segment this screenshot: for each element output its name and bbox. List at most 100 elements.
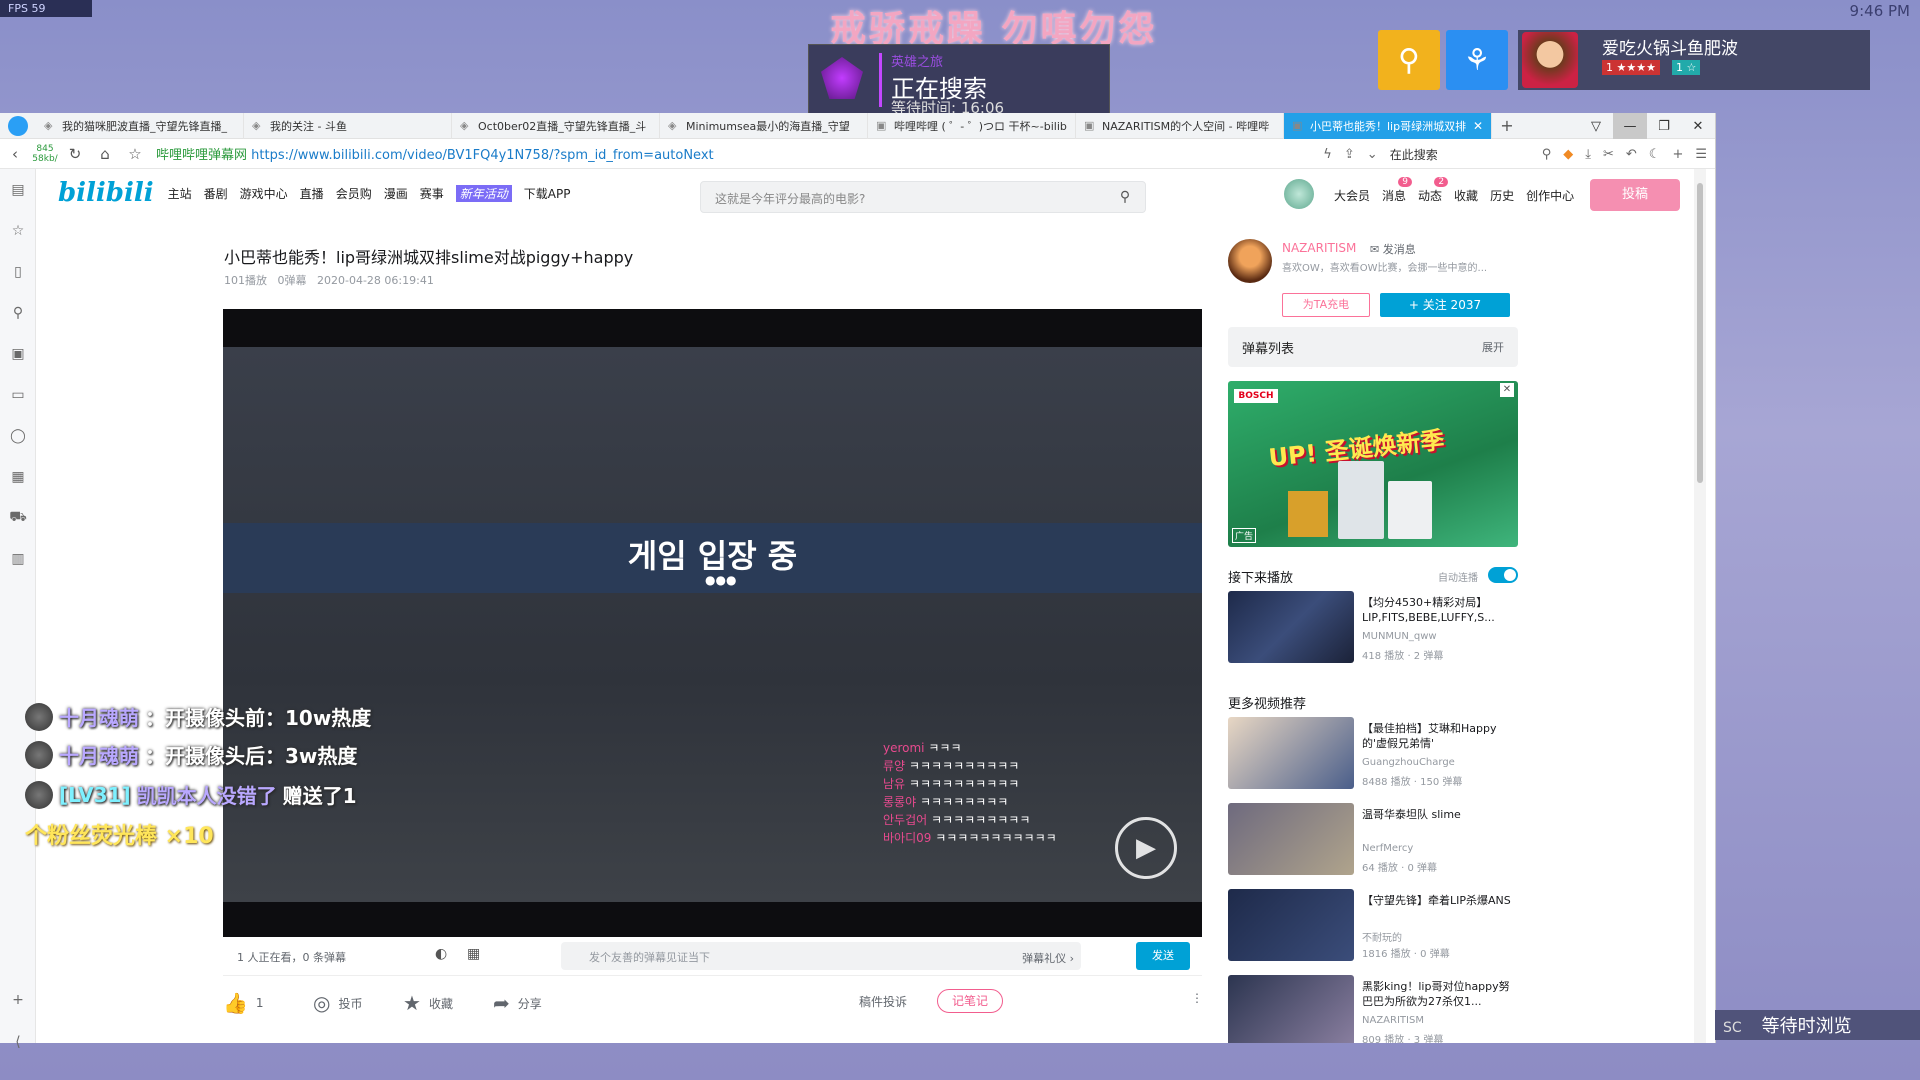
recommended-video[interactable]: 【守望先锋】牵着LIP杀爆ANS 不耐玩的 1816 播放 · 0 弹幕 [1228,889,1518,971]
recommended-video[interactable]: 温哥华泰坦队 slime NerfMercy 64 播放 · 0 弹幕 [1228,803,1518,885]
url-field[interactable]: 哔哩哔哩弹幕网 https://www.bilibili.com/video/B… [156,144,714,163]
video-card-title[interactable]: 【守望先锋】牵着LIP杀爆ANS [1362,893,1514,908]
tab-5[interactable]: ▣ NAZARITISM的个人空间 - 哔哩哔 [1076,112,1284,139]
play-icon[interactable]: ▶ [1115,817,1177,879]
nav-item-2[interactable]: 游戏中心 [240,185,288,202]
danmaku-settings-icon[interactable]: ▦ [467,946,487,964]
favorites-icon[interactable]: ☆ [0,210,36,251]
tab-4[interactable]: ▣ 哔哩哔哩 ( ゜- ゜)つロ 干杯~-bilib [868,112,1076,139]
scrollbar-thumb[interactable] [1697,183,1703,483]
user-nav-item-0[interactable]: 大会员 [1334,187,1370,204]
video-card-title[interactable]: 黑影king！lip哥对位happy努巴巴为所欲为27杀仅1... [1362,979,1514,1009]
addr-search-input[interactable]: 在此搜索 [1390,146,1530,163]
box-icon[interactable]: ▣ [0,333,36,374]
follow-button[interactable]: + 关注 2037 [1380,293,1510,317]
undo-icon[interactable]: ↶ [1626,147,1637,162]
danmaku-list[interactable]: 弹幕列表 展开 [1228,327,1518,367]
video-card-author[interactable]: 不耐玩的 [1362,929,1402,944]
video-card-author[interactable]: NAZARITISM [1362,1015,1424,1026]
minimize-button[interactable]: — [1613,113,1647,139]
shirt-icon[interactable]: ▽ [1579,113,1613,139]
search-icon[interactable]: ⚲ [0,292,36,333]
social-search-icon[interactable]: ⚲ [1378,30,1440,90]
scissors-icon[interactable]: ✂ [1603,147,1614,162]
nav-item-0[interactable]: 主站 [168,185,192,202]
tab-6[interactable]: ▣ 小巴蒂也能秀！lip哥绿洲城双排 ✕ [1284,112,1492,139]
moon-icon[interactable]: ☾ [1649,147,1661,162]
video-card-title[interactable]: 温哥华泰坦队 slime [1362,807,1514,822]
uploader-name[interactable]: NAZARITISM [1282,241,1356,255]
live-icon[interactable]: ▭ [0,374,36,415]
video-thumbnail[interactable] [1228,889,1354,961]
user-nav-item-3[interactable]: 收藏 [1454,187,1478,204]
back-button[interactable]: ‹ [0,145,30,163]
waiting-panel[interactable]: SC 等待时浏览 [1715,1010,1920,1040]
danmaku-input[interactable]: 发个友善的弹幕见证当下 [561,942,1081,970]
autoplay-toggle[interactable] [1488,567,1518,583]
video-card-author[interactable]: GuangzhouCharge [1362,757,1455,768]
cart-icon[interactable]: ⛟ [0,497,36,538]
send-button[interactable]: 发送 [1136,942,1190,970]
nav-item-6[interactable]: 赛事 [420,185,444,202]
report-link[interactable]: 稿件投诉 [859,993,907,1010]
video-thumbnail[interactable] [1228,975,1354,1043]
reader-icon[interactable]: ▯ [0,251,36,292]
nav-item-7[interactable]: 新年活动 [455,184,512,202]
tab-3[interactable]: ◈ Minimumsea最小的海直播_守望 [660,112,868,139]
user-nav-item-2[interactable]: 动态 2 [1418,177,1449,204]
chat-icon[interactable]: ◯ [0,415,36,456]
charge-button[interactable]: 为TA充电 [1282,293,1370,317]
home-button[interactable]: ⌂ [90,145,120,163]
danmaku-etiquette-link[interactable]: 弹幕礼仪 › [1022,950,1074,966]
video-thumbnail[interactable] [1228,803,1354,875]
close-tab-icon[interactable]: ✕ [1473,119,1483,133]
up-next-video[interactable]: 【均分4530+精彩对局】LIP,FITS,BEBE,LUFFY,S... MU… [1228,591,1518,673]
video-card-title[interactable]: 【均分4530+精彩对局】LIP,FITS,BEBE,LUFFY,S... [1362,595,1514,625]
upload-button[interactable]: 投稿 [1590,179,1680,211]
like-button[interactable]: 👍 1 [223,991,264,1015]
tab-2[interactable]: ◈ Oct0ber02直播_守望先锋直播_斗 [452,112,660,139]
favorite-button[interactable]: ★ 收藏 [403,991,453,1015]
new-tab-button[interactable]: + [1492,116,1522,135]
player-profile[interactable]: 爱吃火锅斗鱼肥波 1 ★★★★ 1 ☆ [1518,30,1870,90]
user-nav-item-1[interactable]: 消息 9 [1382,177,1413,204]
video-thumbnail[interactable] [1228,717,1354,789]
nav-item-8[interactable]: 下载APP [524,185,571,202]
user-nav-item-4[interactable]: 历史 [1490,187,1514,204]
ad-banner[interactable]: BOSCH UP! 圣诞焕新季 ✕ 广告 [1228,381,1518,547]
more-icon[interactable]: ⋮ [1191,991,1203,1005]
menu-icon[interactable]: ☰ [1695,147,1707,162]
share-icon[interactable]: ⇪ [1344,147,1355,162]
expand-link[interactable]: 展开 [1482,339,1504,355]
video-card-author[interactable]: MUNMUN_qww [1362,631,1437,642]
bilibili-logo[interactable]: bilibili [58,178,154,208]
browser-logo-icon[interactable] [0,113,36,139]
forward-button[interactable]: 845 58kb/ [30,144,60,164]
tab-1[interactable]: ◈ 我的关注 - 斗鱼 [244,112,452,139]
tab-0[interactable]: ◈ 我的猫咪肥波直播_守望先锋直播_ [36,112,244,139]
close-button[interactable]: ✕ [1681,113,1715,139]
share-button[interactable]: ➦ 分享 [493,991,542,1015]
message-link[interactable]: ✉ 发消息 [1370,241,1416,257]
game-icon[interactable]: ◆ [1563,147,1573,162]
news-icon[interactable]: ▤ [0,169,36,210]
collapse-icon[interactable]: ⟨ [0,1021,36,1062]
video-player[interactable]: 게임 입장 중 ●●● yeromi ㅋㅋㅋ 류양 ㅋㅋㅋㅋㅋㅋㅋㅋㅋㅋ 남유 ㅋㅋ… [223,309,1202,937]
download-icon[interactable]: ⤓ [1585,147,1591,162]
add-icon[interactable]: + [1672,147,1683,162]
sidebar-add-icon[interactable]: + [0,979,36,1020]
recommended-video[interactable]: 黑影king！lip哥对位happy努巴巴为所欲为27杀仅1... NAZARIT… [1228,975,1518,1043]
search-input[interactable]: 这就是今年评分最高的电影? ⚲ [700,181,1146,213]
nav-item-3[interactable]: 直播 [300,185,324,202]
group-icon[interactable]: ⚘ [1446,30,1508,90]
user-nav-item-5[interactable]: 创作中心 [1526,187,1574,204]
note-button[interactable]: 记笔记 [937,989,1003,1013]
video-card-author[interactable]: NerfMercy [1362,843,1413,854]
chevron-down-icon[interactable]: ⌄ [1367,147,1378,162]
bookmark-star-icon[interactable]: ☆ [120,145,150,163]
notes-icon[interactable]: ▥ [0,538,36,579]
danmaku-toggle-icon[interactable]: ◐ [435,946,455,964]
calendar-icon[interactable]: ▦ [0,456,36,497]
recommended-video[interactable]: 【最佳拍档】艾琳和Happy的'虚假兄弟情' GuangzhouCharge 848… [1228,717,1518,799]
nav-item-4[interactable]: 会员购 [336,185,372,202]
